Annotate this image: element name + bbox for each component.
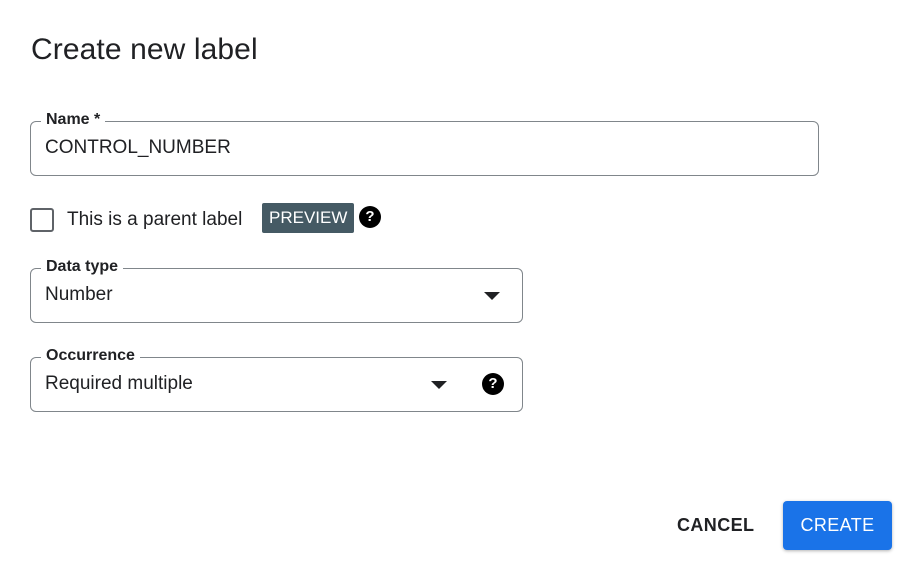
data-type-label: Data type <box>41 257 124 277</box>
data-type-value: Number <box>45 284 113 305</box>
occurrence-value: Required multiple <box>45 373 193 394</box>
parent-label-help-icon[interactable]: ? <box>359 206 381 228</box>
cancel-button[interactable]: CANCEL <box>663 505 768 545</box>
preview-badge: PREVIEW <box>262 203 355 233</box>
data-type-select[interactable]: Data type Number <box>30 257 523 323</box>
create-label-dialog: Create new label Name * CONTROL_NUMBER T… <box>0 0 914 566</box>
dropdown-arrow-icon[interactable] <box>431 381 447 389</box>
occurrence-label: Occurrence <box>41 346 140 366</box>
create-button[interactable]: CREATE <box>783 501 892 550</box>
parent-label-text[interactable]: This is a parent label <box>67 208 242 232</box>
dialog-title: Create new label <box>31 33 258 66</box>
occurrence-help-icon[interactable]: ? <box>482 373 504 395</box>
name-field-value[interactable]: CONTROL_NUMBER <box>45 135 231 161</box>
name-field-label: Name * <box>41 110 106 130</box>
name-field[interactable]: Name * CONTROL_NUMBER <box>30 110 819 176</box>
parent-label-row: This is a parent label PREVIEW ? <box>30 203 430 235</box>
occurrence-select[interactable]: Occurrence Required multiple ? <box>30 346 523 412</box>
dropdown-arrow-icon[interactable] <box>484 292 500 300</box>
parent-label-checkbox[interactable] <box>30 208 54 232</box>
